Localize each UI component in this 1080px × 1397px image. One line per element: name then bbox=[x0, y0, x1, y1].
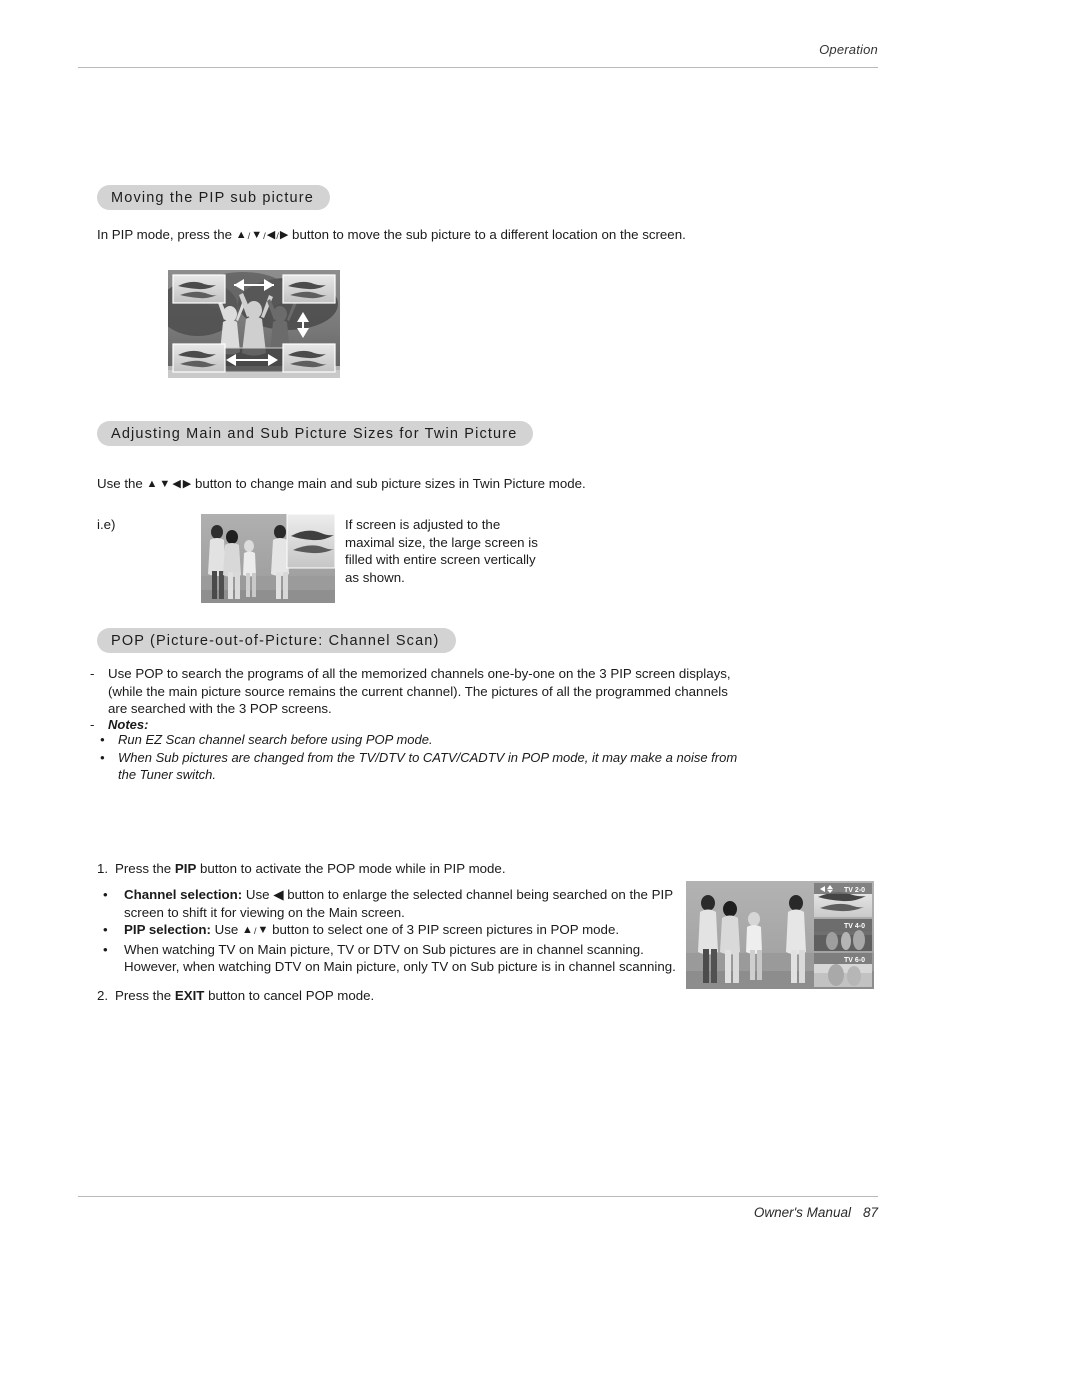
manual-page: Operation Moving the PIP sub picture In … bbox=[0, 0, 1080, 1397]
bullet-icon: • bbox=[103, 887, 108, 902]
twin-picture-illustration bbox=[201, 514, 335, 603]
pop-sub-3-label: TV 6-0 bbox=[844, 957, 865, 964]
example-label: i.e) bbox=[97, 517, 116, 532]
s1-text-after: button to move the sub picture to a diff… bbox=[288, 227, 686, 242]
twin-picture-illustration-graphic bbox=[201, 514, 335, 603]
pop-sub-picture-2: TV 4-0 bbox=[814, 919, 872, 951]
bullet-text: When watching TV on Main picture, TV or … bbox=[124, 941, 676, 975]
section-1-paragraph: In PIP mode, press the ▲/▼/◀/▶ button to… bbox=[97, 226, 697, 246]
notes-dash: - bbox=[90, 717, 95, 732]
bullet-icon: • bbox=[100, 732, 105, 747]
note-text: Run EZ Scan channel search before using … bbox=[118, 732, 433, 747]
bullet-icon: • bbox=[103, 941, 108, 957]
arrow-up-icon: ▲ bbox=[242, 924, 253, 936]
section-heading-adjusting-sizes: Adjusting Main and Sub Picture Sizes for… bbox=[97, 421, 534, 446]
pip-move-illustration-graphic bbox=[168, 270, 340, 378]
bullet-text-before: Use bbox=[242, 887, 274, 902]
bullet-scanning-note: • When watching TV on Main picture, TV o… bbox=[103, 941, 693, 976]
arrow-up-icon: ▲ bbox=[146, 478, 158, 490]
notes-list: • Run EZ Scan channel search before usin… bbox=[100, 731, 750, 784]
pip-move-illustration bbox=[168, 270, 340, 378]
arrow-glyph-group: ▲ ▼ ◀ ▶ bbox=[147, 476, 192, 491]
arrow-up-icon: ▲ bbox=[235, 229, 247, 241]
step-1-before: Press the bbox=[115, 861, 175, 876]
pop-screen-illustration-graphic: TV 2-0 TV 4-0 TV 6-0 bbox=[686, 881, 874, 989]
footer-divider bbox=[78, 1196, 878, 1197]
section-2-paragraph: Use the ▲ ▼ ◀ ▶ button to change main and s… bbox=[97, 475, 737, 495]
page-footer: Owner's Manual 87 bbox=[0, 1205, 878, 1220]
header-divider bbox=[78, 67, 878, 68]
pop-sub-picture-3: TV 6-0 bbox=[814, 953, 872, 987]
arrow-left-icon: ◀ bbox=[273, 887, 284, 902]
step-1-after: button to activate the POP mode while in… bbox=[196, 861, 506, 876]
note-item: • Run EZ Scan channel search before usin… bbox=[100, 731, 750, 749]
pop-sub-picture-1: TV 2-0 bbox=[814, 883, 872, 917]
s1-text-before: In PIP mode, press the bbox=[97, 227, 236, 242]
pop-sub-2-label: TV 4-0 bbox=[844, 923, 865, 930]
arrow-right-icon: ▶ bbox=[182, 478, 192, 490]
step-1-keyword: PIP bbox=[174, 861, 197, 876]
step-1-text: Press the PIP button to activate the POP… bbox=[115, 860, 715, 878]
step-2-keyword: EXIT bbox=[174, 988, 205, 1003]
step-2-after: button to cancel POP mode. bbox=[204, 988, 375, 1003]
arrow-glyph-group: ▲/▼ bbox=[242, 922, 268, 937]
bullet-channel-selection: • Channel selection: Use ◀ button to enl… bbox=[103, 886, 693, 921]
note-item: • When Sub pictures are changed from the… bbox=[100, 749, 750, 784]
step-2-before: Press the bbox=[115, 988, 175, 1003]
note-text: When Sub pictures are changed from the T… bbox=[118, 749, 738, 783]
arrow-glyph-group: ▲/▼/◀/▶ bbox=[236, 227, 289, 242]
pop-paragraph-dash: - bbox=[90, 666, 95, 681]
pop-screen-illustration: TV 2-0 TV 4-0 TV 6-0 bbox=[686, 881, 874, 989]
bullet-icon: • bbox=[100, 749, 105, 765]
section-heading-moving-pip: Moving the PIP sub picture bbox=[97, 185, 330, 210]
page-header-label: Operation bbox=[819, 42, 878, 57]
bullet-text-before: Use bbox=[210, 922, 243, 937]
bullet-label: PIP selection: bbox=[124, 922, 211, 937]
pop-sub-1-label: TV 2-0 bbox=[844, 887, 865, 894]
pop-paragraph: Use POP to search the programs of all th… bbox=[108, 666, 731, 716]
page-number: 87 bbox=[862, 1205, 878, 1220]
arrow-down-icon: ▼ bbox=[251, 229, 263, 241]
twin-picture-caption: If screen is adjusted to the maximal siz… bbox=[345, 517, 538, 585]
arrow-down-icon: ▼ bbox=[159, 478, 171, 490]
pop-bullet-list: • Channel selection: Use ◀ button to enl… bbox=[103, 886, 693, 976]
section-heading-pop: POP (Picture-out-of-Picture: Channel Sca… bbox=[97, 628, 456, 653]
bullet-pip-selection: • PIP selection: Use ▲/▼ button to selec… bbox=[103, 921, 693, 941]
s2-text-after: button to change main and sub picture si… bbox=[191, 476, 586, 491]
bullet-label: Channel selection: bbox=[124, 887, 243, 902]
bullet-icon: • bbox=[103, 922, 108, 937]
arrow-left-icon: ◀ bbox=[266, 229, 276, 241]
arrow-left-icon: ◀ bbox=[172, 478, 181, 490]
bullet-text-after: button to select one of 3 PIP screen pic… bbox=[268, 922, 620, 937]
footer-title: Owner's Manual bbox=[753, 1205, 851, 1220]
step-2-text: Press the EXIT button to cancel POP mode… bbox=[115, 987, 615, 1005]
step-1-number: 1. bbox=[97, 861, 109, 876]
arrow-down-icon: ▼ bbox=[257, 924, 269, 936]
step-2-number: 2. bbox=[97, 988, 109, 1003]
s2-text-before: Use the bbox=[97, 476, 147, 491]
